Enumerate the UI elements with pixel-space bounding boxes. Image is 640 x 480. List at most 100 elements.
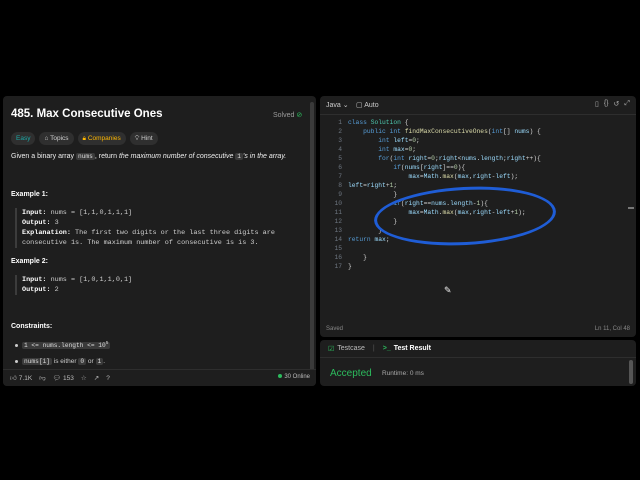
tag-icon: ⌂ bbox=[44, 135, 49, 142]
online-count: 30 Online bbox=[284, 374, 310, 380]
desc-text: , return bbox=[94, 153, 119, 160]
output-label: Output: bbox=[22, 286, 51, 294]
thumbs-up-icon: 👍︎ bbox=[10, 375, 17, 382]
language-select[interactable]: Java ⌄ bbox=[326, 101, 349, 109]
auto-mode-toggle[interactable]: ▢ Auto bbox=[356, 101, 379, 109]
constraint-text: or bbox=[86, 358, 96, 365]
chevron-down-icon: ⌄ bbox=[342, 102, 349, 109]
tab-label: Test Result bbox=[393, 345, 431, 352]
line-number: 14 bbox=[334, 236, 342, 243]
input-value: nums = [1,0,1,1,0,1] bbox=[46, 276, 133, 284]
input-label: Input: bbox=[22, 276, 47, 284]
example1-block: Input: nums = [1,1,0,1,1,1] Output: 3 Ex… bbox=[15, 208, 275, 248]
line-number: 4 bbox=[338, 146, 342, 153]
editor-scroll-marker bbox=[628, 207, 634, 209]
code-line: 3 int left=0; bbox=[320, 136, 541, 145]
tab-testcase[interactable]: ☑ Testcase bbox=[328, 345, 365, 353]
expand-icon[interactable]: ⤢ bbox=[624, 100, 630, 108]
constraints-heading: Constraints: bbox=[11, 323, 53, 330]
terminal-icon: >_ bbox=[382, 345, 391, 352]
online-dot bbox=[278, 374, 283, 378]
code-line: 5 for(int right=0;right<nums.length;righ… bbox=[320, 154, 541, 163]
input-label: Input: bbox=[22, 209, 47, 217]
input-value: nums = [1,1,0,1,1,1] bbox=[46, 209, 133, 217]
question-icon: ? bbox=[106, 374, 110, 382]
line-number: 15 bbox=[334, 245, 342, 252]
hint-tag[interactable]: 💡︎ Hint bbox=[129, 132, 158, 145]
online-indicator: 30 Online bbox=[278, 374, 310, 380]
solved-status: Solved ⊘ bbox=[273, 111, 302, 119]
tab-label: Testcase bbox=[337, 345, 365, 352]
language-label: Java bbox=[326, 102, 341, 109]
difficulty-badge: Easy bbox=[11, 132, 36, 145]
code-line: 7 max=Math.max(max,right-left); bbox=[320, 172, 541, 181]
example2-heading: Example 2: bbox=[11, 258, 48, 265]
bookmark-icon[interactable]: ▯ bbox=[595, 100, 599, 108]
inline-code: 1 bbox=[235, 153, 244, 160]
topics-label: Topics bbox=[50, 135, 69, 142]
mode-label: Auto bbox=[364, 102, 379, 109]
code-line: 15 bbox=[320, 244, 541, 253]
share-icon: ↗ bbox=[93, 375, 100, 382]
cursor-position: Ln 11, Col 48 bbox=[594, 326, 630, 332]
line-number: 16 bbox=[334, 254, 342, 261]
code-line: 6 if(nums[right]==0){ bbox=[320, 163, 541, 172]
braces-icon[interactable]: {} bbox=[604, 100, 609, 108]
editor-tools: ▯ {} ↺ ⤢ bbox=[595, 100, 630, 108]
dislike-button[interactable]: 👎︎ bbox=[39, 374, 46, 382]
companies-tag[interactable]: 🔒︎ Companies bbox=[77, 132, 126, 145]
code-line: 17} bbox=[320, 262, 541, 271]
constraint-text: . bbox=[103, 358, 106, 365]
result-scrollbar[interactable] bbox=[629, 360, 633, 384]
checkbox-icon: ☑ bbox=[328, 345, 335, 353]
bullet-dot bbox=[15, 359, 18, 363]
line-number: 12 bbox=[334, 218, 342, 225]
share-button[interactable]: ↗ bbox=[94, 374, 99, 382]
constraint-item: nums[i] is either 0 or 1. bbox=[15, 358, 105, 365]
comments-button[interactable]: 💬︎ 153 bbox=[52, 374, 74, 383]
problem-panel: 485. Max Consecutive Ones Solved ⊘ Easy ⌂… bbox=[3, 96, 316, 386]
lightbulb-icon: 💡︎ bbox=[134, 135, 140, 142]
like-button[interactable]: 👍︎ 7.1K bbox=[10, 374, 33, 383]
check-circle-icon: ⊘ bbox=[296, 112, 303, 119]
favorite-button[interactable]: ☆ bbox=[81, 374, 87, 382]
inline-code: 0 bbox=[78, 358, 87, 365]
example1-heading: Example 1: bbox=[11, 191, 48, 198]
comment-count: 153 bbox=[63, 374, 74, 382]
line-number: 8 bbox=[338, 182, 342, 189]
line-number: 13 bbox=[334, 227, 342, 234]
solved-label: Solved bbox=[273, 112, 295, 119]
code-line: 16 } bbox=[320, 253, 541, 262]
inline-code: nums[i] bbox=[22, 358, 52, 365]
constraint-item: 1 <= nums.length <= 105 bbox=[15, 341, 111, 350]
help-button[interactable]: ? bbox=[106, 375, 110, 382]
line-number: 7 bbox=[338, 173, 342, 180]
companies-label: Companies bbox=[87, 135, 121, 142]
topics-tag[interactable]: ⌂ Topics bbox=[39, 132, 74, 145]
inline-code: 1 <= nums.length <= 105 bbox=[22, 341, 111, 350]
lock-icon: 🔒︎ bbox=[82, 135, 86, 142]
line-number: 11 bbox=[334, 209, 342, 216]
reset-icon[interactable]: ↺ bbox=[614, 100, 620, 108]
constraint-code: 1 <= nums.length <= 10 bbox=[24, 342, 106, 350]
line-number: 6 bbox=[338, 164, 342, 171]
problem-scrollbar[interactable] bbox=[310, 102, 314, 380]
line-number: 2 bbox=[338, 128, 342, 135]
problem-description: Given a binary array nums, return the ma… bbox=[11, 153, 311, 160]
comment-icon: 💬︎ bbox=[52, 375, 62, 382]
star-icon: ☆ bbox=[80, 375, 87, 382]
example2-block: Input: nums = [1,0,1,1,0,1] Output: 2 bbox=[15, 275, 132, 295]
test-result-panel: ☑ Testcase | >_ Test Result Accepted Runti… bbox=[320, 340, 636, 386]
like-count: 7.1K bbox=[18, 374, 33, 382]
problem-title: 485. Max Consecutive Ones bbox=[11, 108, 163, 120]
constraint-text: is either bbox=[52, 358, 79, 365]
save-status: Saved bbox=[326, 326, 344, 332]
pencil-cursor-icon: ✎ bbox=[444, 285, 452, 295]
constraint-exponent: 5 bbox=[105, 341, 109, 346]
explanation-text: consecutive 1s. The maximum number of co… bbox=[22, 239, 259, 247]
tab-test-result[interactable]: >_ Test Result bbox=[383, 345, 431, 352]
problem-bottom-bar: 👍︎ 7.1K 👎︎ 💬︎ 153 ☆ ↗ ? 30 Online bbox=[3, 369, 316, 386]
bullet-dot bbox=[15, 343, 18, 347]
thumbs-down-icon: 👎︎ bbox=[39, 375, 46, 382]
line-number: 17 bbox=[334, 263, 342, 270]
